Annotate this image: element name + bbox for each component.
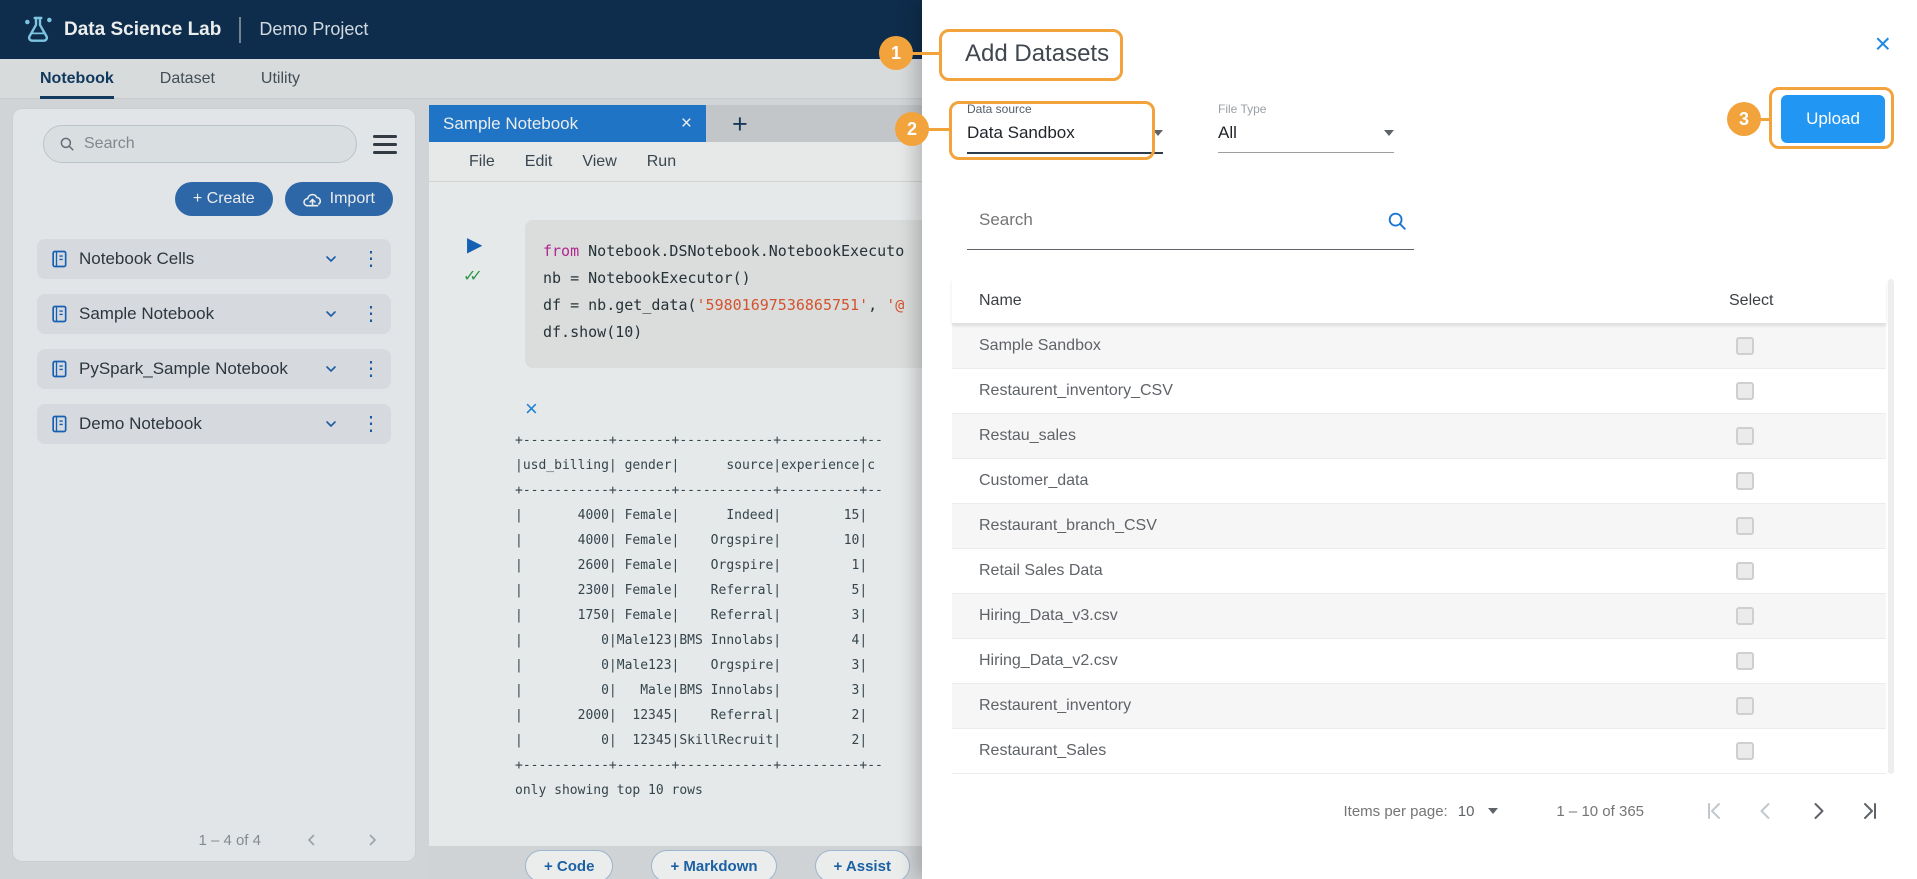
dropdown-caret-icon	[1384, 130, 1394, 136]
dataset-name: Restaurant_Sales	[952, 742, 1106, 760]
dataset-name: Sample Sandbox	[952, 337, 1101, 355]
dataset-row[interactable]: Customer_data	[952, 459, 1886, 504]
dropdown-caret-icon	[1153, 130, 1163, 136]
datasets-table-header: Name Select	[952, 279, 1886, 324]
dataset-checkbox[interactable]	[1736, 607, 1754, 625]
items-per-page-label: Items per page:	[1344, 803, 1448, 820]
first-page-button[interactable]	[1702, 799, 1726, 823]
dataset-name: Hiring_Data_v2.csv	[952, 652, 1118, 670]
dataset-row[interactable]: Hiring_Data_v3.csv	[952, 594, 1886, 639]
data-source-value: Data Sandbox	[967, 123, 1075, 143]
dropdown-caret-icon	[1488, 808, 1498, 814]
dataset-name: Customer_data	[952, 472, 1088, 490]
data-source-select[interactable]: Data source Data Sandbox	[967, 102, 1163, 154]
page-range-label: 1 – 10 of 365	[1556, 803, 1644, 820]
dataset-checkbox[interactable]	[1736, 742, 1754, 760]
next-page-button[interactable]	[1806, 799, 1830, 823]
column-header-name: Name	[952, 292, 1022, 310]
column-header-select: Select	[1729, 292, 1773, 310]
data-source-label: Data source	[967, 102, 1163, 116]
upload-button[interactable]: Upload	[1781, 95, 1885, 143]
dataset-name: Restau_sales	[952, 427, 1076, 445]
drawer-backdrop[interactable]	[0, 0, 922, 879]
file-type-value: All	[1218, 123, 1237, 143]
drawer-title: Add Datasets	[965, 40, 1109, 68]
dataset-row[interactable]: Restaurent_inventory	[952, 684, 1886, 729]
dataset-row[interactable]: Restaurant_Sales	[952, 729, 1886, 774]
dataset-checkbox[interactable]	[1736, 472, 1754, 490]
dataset-search-input[interactable]	[979, 210, 1369, 230]
table-paginator: Items per page: 10 1 – 10 of 365	[952, 788, 1886, 834]
dataset-checkbox[interactable]	[1736, 652, 1754, 670]
datasets-table-rows: Sample Sandbox Restaurent_inventory_CSV …	[952, 324, 1886, 774]
dataset-row[interactable]: Restaurant_branch_CSV	[952, 504, 1886, 549]
dataset-search[interactable]	[967, 200, 1414, 250]
dataset-name: Restaurent_inventory	[952, 697, 1131, 715]
datasets-table: Name Select Sample Sandbox Restaurent_in…	[952, 279, 1886, 774]
app-root: Data Science Lab Demo Project Notebook D…	[0, 0, 1917, 879]
dataset-checkbox[interactable]	[1736, 337, 1754, 355]
dataset-checkbox[interactable]	[1736, 382, 1754, 400]
dataset-row[interactable]: Hiring_Data_v2.csv	[952, 639, 1886, 684]
dataset-row[interactable]: Restaurent_inventory_CSV	[952, 369, 1886, 414]
dataset-row[interactable]: Sample Sandbox	[952, 324, 1886, 369]
items-per-page-value: 10	[1458, 803, 1475, 820]
dataset-name: Restaurant_branch_CSV	[952, 517, 1157, 535]
file-type-select[interactable]: File Type All	[1218, 102, 1394, 153]
close-drawer-icon[interactable]: ×	[1875, 30, 1891, 58]
dataset-checkbox[interactable]	[1736, 427, 1754, 445]
table-scrollbar[interactable]	[1888, 279, 1894, 774]
dataset-name: Hiring_Data_v3.csv	[952, 607, 1118, 625]
file-type-label: File Type	[1218, 102, 1394, 116]
search-icon[interactable]	[1386, 210, 1408, 237]
dataset-row[interactable]: Retail Sales Data	[952, 549, 1886, 594]
add-datasets-drawer: × Add Datasets Data source Data Sandbox …	[922, 0, 1917, 879]
dataset-checkbox[interactable]	[1736, 562, 1754, 580]
prev-page-button[interactable]	[1754, 799, 1778, 823]
dataset-name: Retail Sales Data	[952, 562, 1103, 580]
dataset-checkbox[interactable]	[1736, 517, 1754, 535]
items-per-page-select[interactable]: 10	[1458, 803, 1499, 820]
last-page-button[interactable]	[1858, 799, 1882, 823]
dataset-checkbox[interactable]	[1736, 697, 1754, 715]
dataset-name: Restaurent_inventory_CSV	[952, 382, 1173, 400]
dataset-row[interactable]: Restau_sales	[952, 414, 1886, 459]
